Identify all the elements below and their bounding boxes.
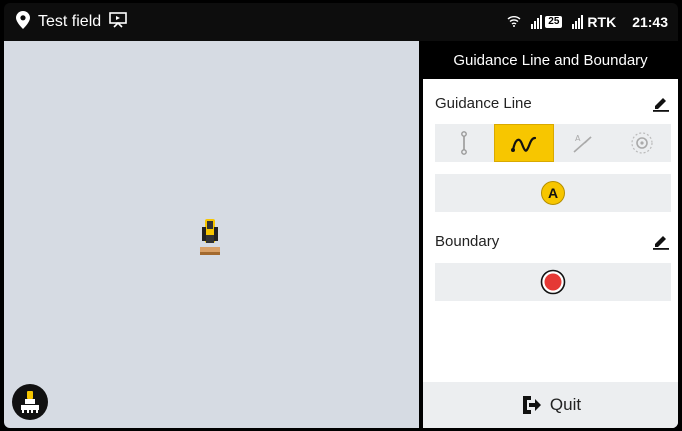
- tractor-implement-icon: [21, 391, 39, 413]
- svg-text:A: A: [575, 134, 581, 143]
- cast-screen-icon[interactable]: [109, 11, 127, 33]
- tractor-icon: [198, 217, 222, 257]
- set-point-a-button[interactable]: A: [435, 174, 671, 212]
- pivot-mode-button[interactable]: [613, 124, 672, 162]
- guidance-mode-selector: A: [435, 124, 671, 162]
- wifi-icon: [507, 14, 521, 30]
- guidance-line-label: Guidance Line: [435, 94, 532, 112]
- field-map[interactable]: [4, 41, 419, 428]
- device-screen: Test field 25 RTK 21:43 Guidance Line an…: [4, 3, 678, 428]
- a-plus-heading-icon: A: [573, 134, 592, 153]
- record-boundary-button[interactable]: [435, 263, 671, 301]
- quit-label: Quit: [549, 395, 582, 414]
- rtk-label: RTK: [587, 14, 617, 30]
- record-icon: [540, 269, 566, 295]
- location-pin-icon: [16, 10, 30, 34]
- rtk-signal-icon: [572, 15, 584, 29]
- pivot-circle-icon: [631, 132, 653, 154]
- status-left: Test field: [16, 3, 127, 41]
- guidance-panel: Guidance Line and Boundary Guidance Line…: [423, 41, 678, 428]
- status-bar: Test field 25 RTK 21:43: [4, 3, 678, 41]
- edit-boundary-button[interactable]: [651, 231, 671, 251]
- boundary-header: Boundary: [435, 229, 671, 253]
- map-view-button[interactable]: [12, 384, 48, 420]
- field-name[interactable]: Test field: [38, 13, 101, 31]
- quit-button[interactable]: Quit: [423, 382, 678, 428]
- curve-mode-button[interactable]: [493, 124, 554, 162]
- pencil-icon: [653, 98, 669, 112]
- satellite-badge: 25: [531, 15, 563, 29]
- panel-title: Guidance Line and Boundary: [423, 41, 678, 79]
- point-a-badge: A: [541, 181, 565, 205]
- boundary-label: Boundary: [435, 232, 500, 250]
- straight-line-mode-button[interactable]: [435, 124, 494, 162]
- edit-guidance-line-button[interactable]: [651, 93, 671, 113]
- satellite-count: 25: [545, 16, 563, 28]
- curve-line-icon: [510, 136, 536, 152]
- a-plus-heading-mode-button[interactable]: A: [554, 124, 613, 162]
- guidance-line-header: Guidance Line: [435, 91, 671, 115]
- pencil-icon: [653, 236, 669, 250]
- clock: 21:43: [632, 14, 668, 30]
- rtk-status: RTK: [572, 14, 616, 30]
- exit-icon: [522, 396, 541, 414]
- straight-line-icon: [461, 131, 468, 155]
- status-right: 25 RTK 21:43: [507, 3, 668, 41]
- satellite-signal-icon: [531, 15, 543, 29]
